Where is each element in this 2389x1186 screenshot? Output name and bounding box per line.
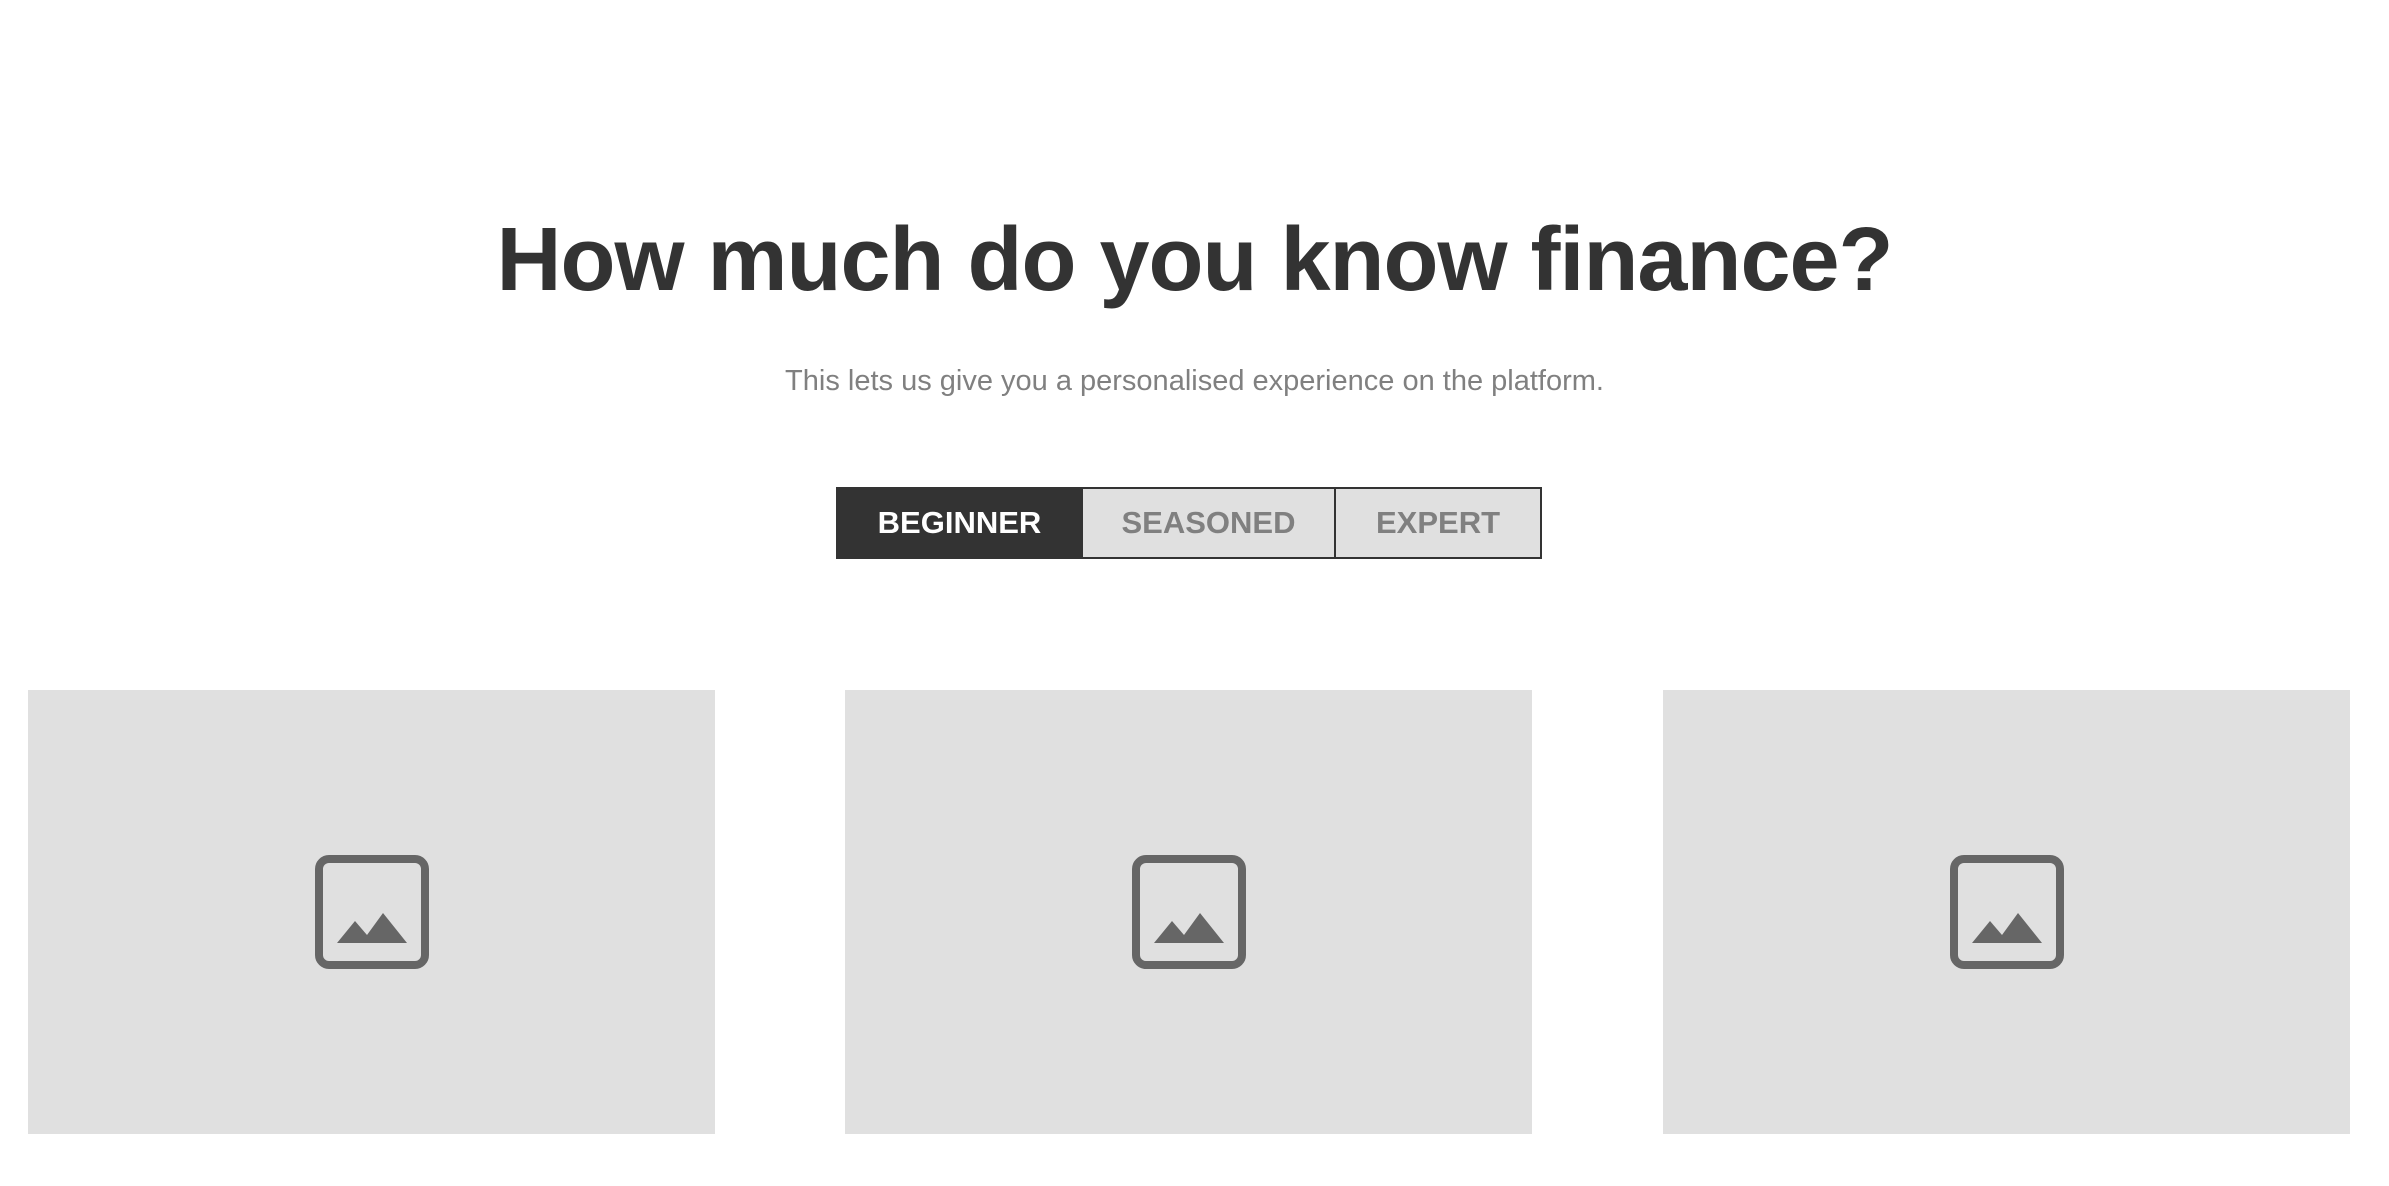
image-card <box>845 690 1532 1134</box>
image-placeholder-icon <box>314 855 429 969</box>
level-option-expert[interactable]: EXPERT <box>1334 489 1540 557</box>
image-card <box>1663 690 2350 1134</box>
level-option-seasoned[interactable]: SEASONED <box>1081 489 1334 557</box>
image-placeholder-icon <box>1949 855 2064 969</box>
level-option-beginner[interactable]: BEGINNER <box>838 489 1081 557</box>
image-placeholder-icon <box>1131 855 1246 969</box>
page-subtitle: This lets us give you a personalised exp… <box>785 365 1604 397</box>
experience-level-selector: BEGINNER SEASONED EXPERT <box>836 487 1542 559</box>
image-card <box>28 690 715 1134</box>
page-title: How much do you know finance? <box>496 210 1893 310</box>
